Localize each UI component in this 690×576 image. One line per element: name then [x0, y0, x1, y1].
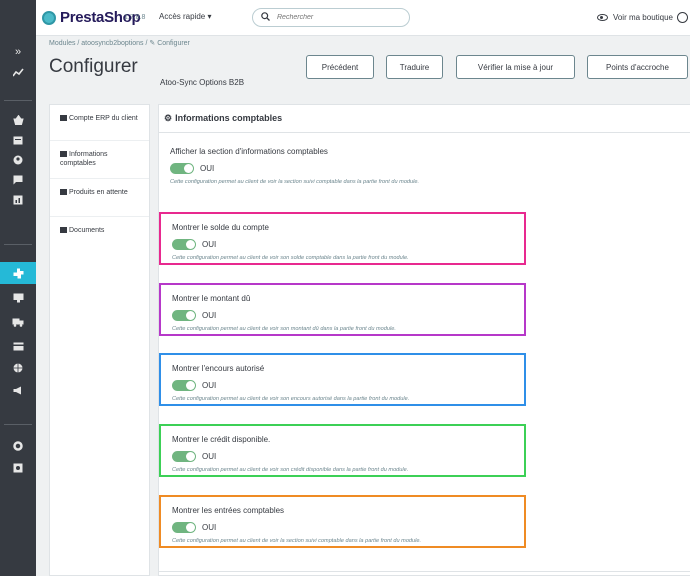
- toggle-switch[interactable]: [172, 451, 196, 462]
- modules-icon[interactable]: [0, 262, 36, 284]
- toggle-switch[interactable]: [170, 163, 194, 174]
- panel-title-text: Informations comptables: [175, 113, 283, 123]
- panel-footer-divider: [159, 571, 690, 572]
- help-text: Cette configuration permet au client de …: [172, 396, 410, 402]
- stats-icon[interactable]: [0, 62, 36, 82]
- sidebar-divider: [4, 244, 32, 245]
- international-icon[interactable]: [0, 358, 36, 378]
- collapse-icon[interactable]: »: [0, 42, 36, 62]
- search-input[interactable]: [277, 11, 405, 24]
- panel-title: ⚙ Informations comptables: [164, 113, 282, 124]
- panel-heading: ⚙ Informations comptables: [159, 105, 690, 133]
- search-box: [252, 8, 410, 27]
- hooks-button[interactable]: Points d'accroche: [587, 55, 688, 79]
- module-tabs: Compte ERP du client Informations compta…: [49, 104, 150, 576]
- pending-products-icon: [60, 188, 67, 195]
- help-text: Cette configuration permet au client de …: [170, 179, 420, 185]
- sidebar-divider: [4, 100, 32, 101]
- breadcrumb[interactable]: Modules / atoosyncb2boptions / ✎ Configu…: [49, 39, 190, 47]
- help-text: Cette configuration permet au client de …: [172, 326, 396, 332]
- view-shop-link[interactable]: Voir ma boutique: [596, 12, 688, 23]
- toggle-value: OUI: [202, 381, 217, 390]
- setting-label: Montrer le solde du compte: [172, 223, 269, 232]
- toggle-value: OUI: [202, 452, 217, 461]
- tab-label: Documents: [69, 227, 105, 234]
- settings-icon[interactable]: [0, 436, 36, 456]
- design-icon[interactable]: [0, 288, 36, 308]
- tab-label: Compte ERP du client: [69, 115, 138, 122]
- toggle-value: OUI: [202, 523, 217, 532]
- documents-icon: [60, 226, 67, 233]
- stats-chart-icon[interactable]: [0, 190, 36, 210]
- marketing-icon[interactable]: [0, 380, 36, 400]
- translate-button[interactable]: Traduire: [386, 55, 443, 79]
- toggle-value: OUI: [200, 164, 215, 173]
- check-update-button[interactable]: Vérifier la mise à jour: [456, 55, 575, 79]
- toggle-switch[interactable]: [172, 522, 196, 533]
- sidebar-divider: [4, 424, 32, 425]
- gears-icon: ⚙: [164, 113, 173, 123]
- tab-label: Informations comptables: [60, 151, 108, 167]
- account-icon: [60, 114, 67, 121]
- module-name: Atoo-Sync Options B2B: [160, 78, 245, 87]
- toggle-switch[interactable]: [172, 239, 196, 250]
- version-label: 1.7.8.8: [124, 14, 146, 21]
- previous-button[interactable]: Précédent: [306, 55, 374, 79]
- logo-icon: [42, 10, 56, 25]
- top-bar: PrestaShop 1.7.8.8 Accès rapide ▾ Voir m…: [36, 0, 690, 36]
- setting-show-account-balance: Montrer le solde du compte OUI Cette con…: [159, 212, 526, 265]
- tab-erp-account[interactable]: Compte ERP du client: [50, 105, 149, 141]
- user-account-icon[interactable]: [677, 12, 688, 23]
- tab-pending-products[interactable]: Produits en attente: [50, 179, 149, 217]
- setting-label: Montrer le crédit disponible.: [172, 435, 271, 444]
- advanced-icon[interactable]: [0, 458, 36, 478]
- payment-icon[interactable]: [0, 336, 36, 356]
- shipping-icon[interactable]: [0, 312, 36, 332]
- setting-label: Montrer le montant dû: [172, 294, 251, 303]
- eye-icon: [596, 14, 608, 21]
- quick-access-dropdown[interactable]: Accès rapide ▾: [159, 12, 211, 21]
- setting-show-accounting-entries: Montrer les entrées comptables OUI Cette…: [159, 495, 526, 548]
- setting-show-authorized-credit: Montrer l'encours autorisé OUI Cette con…: [159, 353, 526, 406]
- setting-show-amount-due: Montrer le montant dû OUI Cette configur…: [159, 283, 526, 336]
- toggle-switch[interactable]: [172, 310, 196, 321]
- help-text: Cette configuration permet au client de …: [172, 467, 409, 473]
- setting-show-accounting-section: Afficher la section d'informations compt…: [159, 138, 526, 191]
- toggle-value: OUI: [202, 311, 217, 320]
- setting-label: Montrer les entrées comptables: [172, 506, 285, 515]
- search-icon[interactable]: [261, 12, 270, 23]
- view-shop-label: Voir ma boutique: [612, 13, 673, 22]
- tab-label: Produits en attente: [69, 189, 128, 196]
- messages-icon[interactable]: [0, 170, 36, 190]
- orders-icon[interactable]: [0, 110, 36, 130]
- customers-icon[interactable]: [0, 150, 36, 170]
- help-text: Cette configuration permet au client de …: [172, 538, 422, 544]
- main-sidebar: »: [0, 0, 36, 576]
- accounting-icon: [60, 150, 67, 157]
- accounting-info-panel: ⚙ Informations comptables Afficher la sec…: [158, 104, 690, 576]
- setting-label: Afficher la section d'informations compt…: [170, 147, 328, 156]
- setting-label: Montrer l'encours autorisé: [172, 364, 265, 373]
- setting-show-available-credit: Montrer le crédit disponible. OUI Cette …: [159, 424, 526, 477]
- tab-documents[interactable]: Documents: [50, 217, 149, 243]
- catalog-icon[interactable]: [0, 130, 36, 150]
- page-title: Configurer: [49, 56, 138, 77]
- tab-accounting-info[interactable]: Informations comptables: [50, 141, 149, 179]
- toggle-switch[interactable]: [172, 380, 196, 391]
- toggle-value: OUI: [202, 240, 217, 249]
- help-text: Cette configuration permet au client de …: [172, 255, 409, 261]
